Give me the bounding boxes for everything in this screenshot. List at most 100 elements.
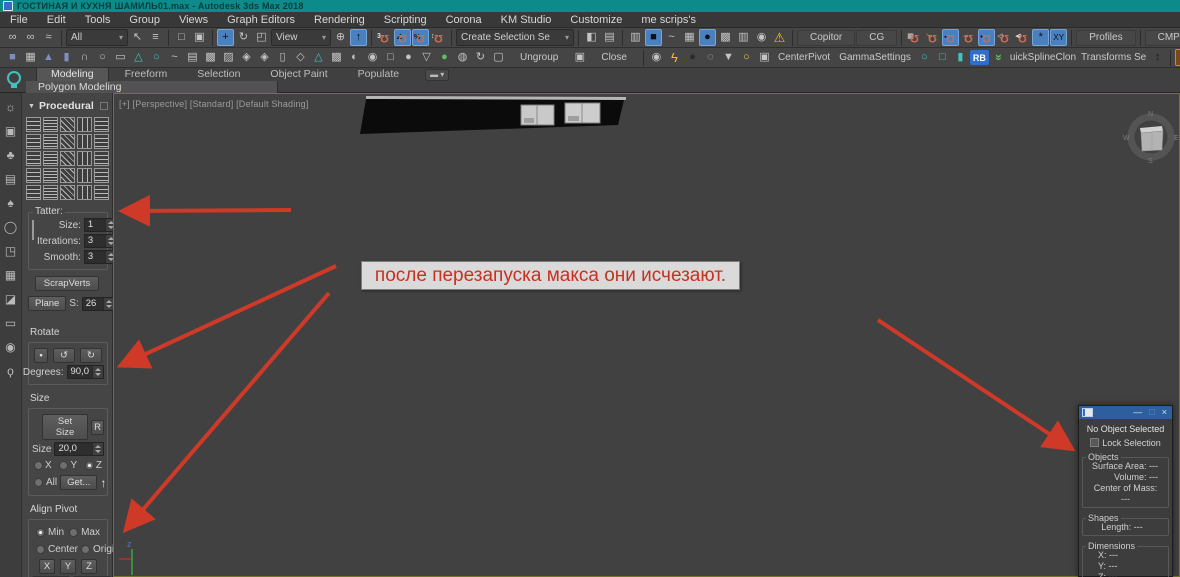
pattern-swatch[interactable]: [25, 185, 41, 200]
camera-icon[interactable]: ▣: [3, 123, 19, 139]
arc-icon[interactable]: ∩: [76, 49, 93, 66]
menu-file[interactable]: File: [10, 14, 28, 26]
loop-icon[interactable]: ↻: [472, 49, 489, 66]
degrees-spinner[interactable]: 90,0: [66, 365, 104, 379]
align-icon[interactable]: ▤: [601, 29, 618, 46]
use-pivot-point-icon[interactable]: ↑: [350, 29, 367, 46]
minimize-button[interactable]: —: [1131, 406, 1144, 419]
tab-freeform[interactable]: Freeform: [111, 68, 182, 81]
rotate-cw-button[interactable]: ↻: [80, 348, 102, 363]
grid-helper-icon[interactable]: ▦: [22, 49, 39, 66]
pattern-swatch[interactable]: [25, 117, 41, 132]
pattern-swatch[interactable]: [76, 117, 92, 132]
tatter-size-spinner[interactable]: 1: [83, 218, 117, 232]
pattern-swatch[interactable]: [76, 168, 92, 183]
rotate-mode-button[interactable]: ▪: [34, 348, 48, 363]
close-group-button[interactable]: Close: [589, 50, 639, 66]
cylinder-icon[interactable]: ▮: [58, 49, 75, 66]
lightning-brush-icon[interactable]: ϟ: [666, 49, 683, 66]
pattern-swatch[interactable]: [42, 185, 58, 200]
pattern-swatch[interactable]: [59, 117, 75, 132]
pattern-swatch[interactable]: [93, 134, 109, 149]
centerpivot-button[interactable]: CenterPivot: [774, 50, 834, 66]
cone-icon[interactable]: ▲: [40, 49, 57, 66]
angle-snap-icon[interactable]: ∠ Ω: [394, 29, 411, 46]
measure-utility-panel[interactable]: — □ × No Object Selected Lock Selection …: [1078, 405, 1173, 577]
select-object-icon[interactable]: ↖: [129, 29, 146, 46]
snap-edge-icon[interactable]: ◀ Ω: [1014, 29, 1031, 46]
size-z-radio[interactable]: [84, 461, 94, 470]
schematic-view-icon[interactable]: ▦: [681, 29, 698, 46]
dotted-sphere-icon[interactable]: ◌: [702, 49, 719, 66]
tatter-iterations-spinner[interactable]: 3: [83, 234, 117, 248]
size-spinner[interactable]: 20,0: [54, 442, 104, 456]
copitor-button[interactable]: Copitor: [797, 29, 856, 46]
center-pivot-icon[interactable]: ▣: [756, 49, 773, 66]
rect-selection-region-icon[interactable]: □: [173, 29, 190, 46]
cylinder-dot-icon[interactable]: ▯: [274, 49, 291, 66]
circle-icon[interactable]: ○: [94, 49, 111, 66]
small-box-icon[interactable]: ▢: [490, 49, 507, 66]
ungroup-button[interactable]: Ungroup: [508, 50, 570, 66]
menu-me-scrips[interactable]: me scrips's: [641, 14, 696, 26]
quicksplineclone-button[interactable]: uickSplineClon: [1008, 50, 1078, 66]
cg-button[interactable]: CG: [856, 29, 898, 46]
select-and-scale-icon[interactable]: ◰: [253, 29, 270, 46]
spline-pen-icon[interactable]: △: [130, 49, 147, 66]
pattern-swatch[interactable]: [59, 168, 75, 183]
size-x-radio[interactable]: [34, 461, 43, 470]
list-tools-icon[interactable]: ▤: [184, 49, 201, 66]
pivot-min-radio[interactable]: [36, 528, 45, 537]
material-editor-icon[interactable]: ●: [699, 29, 716, 46]
pattern-swatch[interactable]: [59, 134, 75, 149]
tab-populate[interactable]: Populate: [344, 68, 413, 81]
size-y-radio[interactable]: [59, 461, 69, 470]
pivot-x-button[interactable]: X: [39, 559, 55, 574]
render-production-icon[interactable]: ◉: [753, 29, 770, 46]
clapper-icon[interactable]: ◪: [3, 291, 19, 307]
measure-panel-titlebar[interactable]: — □ ×: [1079, 406, 1172, 419]
profiles-button[interactable]: Profiles: [1076, 29, 1136, 46]
select-and-link-icon[interactable]: ∞: [4, 29, 21, 46]
pattern-swatch[interactable]: [93, 117, 109, 132]
pattern-swatch[interactable]: [93, 185, 109, 200]
bulb-small-icon[interactable]: ϙ: [3, 363, 19, 379]
diamond-wire-icon[interactable]: ◇: [292, 49, 309, 66]
wire-sphere-icon[interactable]: ◉: [364, 49, 381, 66]
teapot-icon[interactable]: ◉: [3, 339, 19, 355]
transforms-button[interactable]: Transforms Se: [1079, 50, 1148, 66]
pivot-y-button[interactable]: Y: [60, 559, 76, 574]
select-by-name-icon[interactable]: ≡: [147, 29, 164, 46]
green-dot-icon[interactable]: ●: [436, 49, 453, 66]
snap-pivot-icon[interactable]: ↘ Ω: [924, 29, 941, 46]
procedural-rollout-header[interactable]: ▼ Procedural: [28, 100, 108, 112]
unlink-selection-icon[interactable]: ∞: [22, 29, 39, 46]
menu-graph-editors[interactable]: Graph Editors: [227, 14, 295, 26]
pattern-swatch[interactable]: [25, 168, 41, 183]
pattern-swatch[interactable]: [42, 117, 58, 132]
curve-line-icon[interactable]: ~: [166, 49, 183, 66]
pattern-swatch[interactable]: [76, 185, 92, 200]
select-and-manipulate-icon[interactable]: ⊕: [332, 29, 349, 46]
pattern-swatch[interactable]: [42, 134, 58, 149]
spray-icon[interactable]: ▼: [720, 49, 737, 66]
viewcube[interactable]: N S W E: [1122, 106, 1180, 164]
pattern-swatch[interactable]: [25, 151, 41, 166]
set-size-button[interactable]: Set Size: [42, 414, 88, 440]
shell-icon[interactable]: ◐: [346, 49, 363, 66]
tatter-smooth-spinner[interactable]: 3: [83, 250, 117, 264]
reference-coordinate-dropdown[interactable]: View ▾: [271, 29, 331, 46]
pattern-swatch[interactable]: [93, 151, 109, 166]
pattern-swatch[interactable]: [76, 151, 92, 166]
lock-selection-checkbox[interactable]: [1090, 438, 1100, 447]
tatter-pattern-button[interactable]: [32, 220, 34, 240]
perspective-viewport[interactable]: [+] [Perspective] [Standard] [Default Sh…: [113, 93, 1180, 577]
menu-views[interactable]: Views: [179, 14, 208, 26]
polygon-modeling-panel[interactable]: Polygon Modeling: [26, 81, 278, 93]
spinner-handle-icon[interactable]: ↕: [1149, 49, 1166, 66]
pivot-origin-radio[interactable]: [81, 545, 91, 554]
viewport-label[interactable]: [+] [Perspective] [Standard] [Default Sh…: [119, 99, 309, 109]
mesh-pair-icon[interactable]: ▨: [220, 49, 237, 66]
window-crossing-icon[interactable]: ▣: [191, 29, 208, 46]
selection-filter-dropdown[interactable]: All ▾: [66, 29, 128, 46]
